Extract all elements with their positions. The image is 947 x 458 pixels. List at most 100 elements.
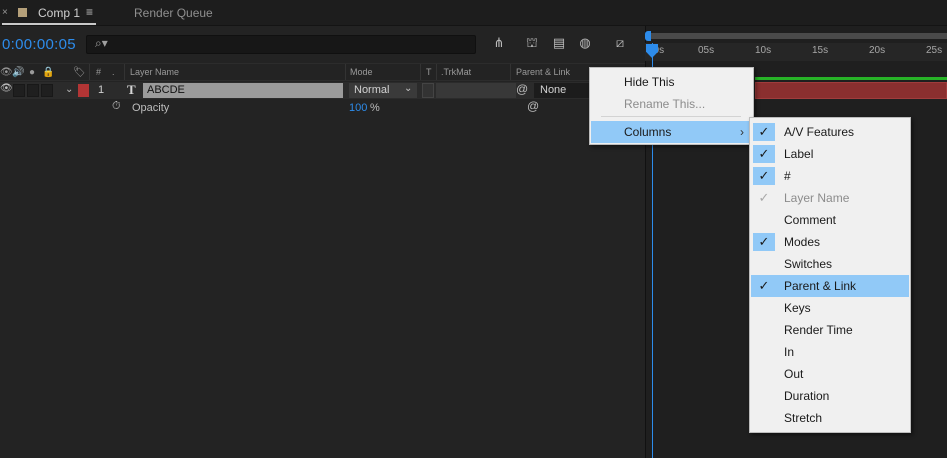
menu-item-label: Stretch: [784, 411, 823, 425]
layer-number: 1: [98, 84, 105, 96]
expand-layer-chevron-icon[interactable]: ⌄: [65, 84, 73, 95]
column-divider: [89, 64, 90, 80]
parent-dropdown[interactable]: None: [534, 83, 590, 98]
chevron-down-icon[interactable]: ⌄: [404, 83, 412, 94]
ruler-tick-label: 20s: [869, 45, 886, 56]
frame-blending-icon[interactable]: ▤: [549, 35, 569, 53]
menu-item-rename-this: Rename This...: [624, 97, 706, 111]
column-header-trkmat[interactable]: .TrkMat: [441, 67, 471, 77]
panel-menu-icon[interactable]: ≡: [86, 5, 93, 19]
columns-submenu: ✓ A/V Features ✓ Label ✓ # ✓ Layer Name Comm…: [749, 117, 911, 433]
lock-header-icon: 🔒: [42, 67, 55, 78]
columns-item-number[interactable]: ✓ #: [751, 165, 909, 187]
composition-flowchart-icon[interactable]: ⋔: [489, 35, 509, 53]
columns-item-render-time[interactable]: Render Time: [751, 319, 909, 341]
stopwatch-icon[interactable]: ⏱: [112, 100, 121, 113]
layer-label-color[interactable]: [78, 84, 89, 97]
columns-item-parent-link[interactable]: ✓ Parent & Link: [751, 275, 909, 297]
menu-item-label: Render Time: [784, 323, 853, 337]
columns-item-layer-name: ✓ Layer Name: [751, 187, 909, 209]
time-ruler[interactable]: [645, 43, 947, 61]
menu-item-label: In: [784, 345, 795, 359]
work-area-bar[interactable]: [648, 33, 947, 39]
menu-item-label: Switches: [784, 257, 833, 271]
label-header-icon: 🏷: [73, 67, 86, 78]
menu-item-columns-label: Columns: [624, 125, 672, 139]
active-tab-indicator: [2, 23, 96, 25]
pick-whip-icon[interactable]: @: [516, 82, 528, 96]
graph-editor-icon[interactable]: ⧄: [610, 35, 630, 53]
search-icon[interactable]: ⌕▾: [95, 36, 108, 51]
solo-header-icon: ●: [29, 67, 36, 78]
columns-item-label[interactable]: ✓ Label: [751, 143, 909, 165]
checkmark-icon: ✓: [758, 190, 770, 205]
columns-item-in[interactable]: In: [751, 341, 909, 363]
render-cache-bar: [755, 77, 947, 80]
lock-toggle[interactable]: [41, 84, 53, 97]
columns-item-keys[interactable]: Keys: [751, 297, 909, 319]
ruler-tick-label: 25s: [926, 45, 943, 56]
checkmark-icon: ✓: [753, 123, 775, 141]
layer-duration-bar[interactable]: [755, 82, 947, 99]
search-input[interactable]: [86, 35, 476, 54]
columns-item-duration[interactable]: Duration: [751, 385, 909, 407]
columns-item-comment[interactable]: Comment: [751, 209, 909, 231]
column-context-menu: Hide This Rename This... Columns ›: [589, 67, 754, 145]
menu-item-label: Parent & Link: [784, 279, 857, 293]
checkmark-icon: ✓: [758, 278, 770, 293]
menu-item-label: A/V Features: [784, 125, 855, 139]
menu-item-columns[interactable]: Columns ›: [591, 121, 752, 143]
pick-whip-icon[interactable]: @: [527, 99, 539, 113]
video-toggle-header-icon: 👁: [0, 67, 13, 78]
menu-item-label: Duration: [784, 389, 830, 403]
solo-toggle[interactable]: [27, 84, 39, 97]
checkmark-icon: ✓: [753, 167, 775, 185]
columns-item-av-features[interactable]: ✓ A/V Features: [751, 121, 909, 143]
preserve-transparency-toggle[interactable]: [422, 83, 434, 98]
column-divider: [510, 64, 511, 80]
menu-item-label: Comment: [784, 213, 837, 227]
menu-item-label: Keys: [784, 301, 811, 315]
checkmark-icon: ✓: [753, 145, 775, 163]
column-header-t[interactable]: T: [426, 67, 432, 77]
ruler-tick-label: 15s: [812, 45, 829, 56]
menu-item-hide-this[interactable]: Hide This: [591, 71, 752, 93]
column-header-parent-link[interactable]: Parent & Link: [516, 67, 570, 77]
work-area-start-handle[interactable]: [645, 31, 651, 41]
menu-item-label: Out: [784, 367, 804, 381]
column-header-layer-name[interactable]: Layer Name: [130, 67, 179, 77]
close-tab-icon[interactable]: ×: [2, 7, 8, 18]
comp-swatch-icon: [18, 8, 27, 17]
column-header-dot: .: [112, 67, 115, 77]
columns-item-out[interactable]: Out: [751, 363, 909, 385]
column-divider: [124, 64, 125, 80]
motion-blur-icon[interactable]: ◍: [575, 35, 595, 53]
track-matte-dropdown[interactable]: [436, 83, 516, 98]
column-header-number[interactable]: #: [96, 67, 101, 77]
current-time-display[interactable]: 0:00:00:05: [2, 36, 76, 53]
column-divider: [436, 64, 437, 80]
column-divider: [345, 64, 346, 80]
columns-item-stretch[interactable]: Stretch: [751, 407, 909, 429]
menu-item-label: Modes: [784, 235, 821, 249]
ruler-tick-label: 05s: [698, 45, 715, 56]
column-divider: [420, 64, 421, 80]
columns-item-modes[interactable]: ✓ Modes: [751, 231, 909, 253]
audio-header-icon: 🔊: [12, 67, 25, 78]
tab-render-queue[interactable]: Render Queue: [134, 6, 213, 20]
text-layer-icon: T: [127, 82, 136, 97]
menu-item-label: Layer Name: [784, 191, 850, 205]
opacity-unit: %: [370, 102, 380, 114]
tab-comp-1[interactable]: Comp 1: [38, 6, 80, 20]
checkmark-icon: ✓: [753, 233, 775, 251]
video-visibility-icon[interactable]: 👁: [0, 83, 13, 94]
property-name: Opacity: [132, 102, 170, 114]
ruler-tick-label: 10s: [755, 45, 772, 56]
opacity-value[interactable]: 100: [349, 102, 367, 114]
columns-item-switches[interactable]: Switches: [751, 253, 909, 275]
menu-separator: [601, 116, 741, 117]
audio-toggle[interactable]: [13, 84, 25, 97]
column-header-mode[interactable]: Mode: [350, 67, 373, 77]
draft-3d-icon[interactable]: ⛫: [522, 35, 542, 53]
layer-name-field[interactable]: ABCDE: [143, 83, 343, 98]
